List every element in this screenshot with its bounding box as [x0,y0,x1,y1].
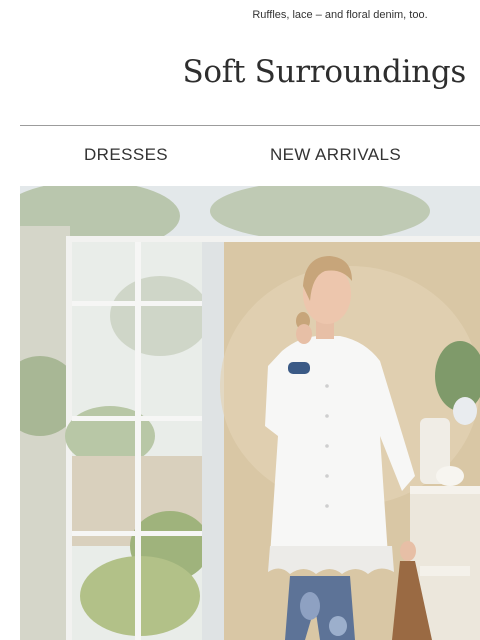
nav-item-dresses[interactable]: DRESSES [84,145,168,165]
hero-illustration [20,186,480,640]
nav-item-new-arrivals[interactable]: NEW ARRIVALS [270,145,401,165]
brand-logo[interactable]: Soft Surroundings [183,54,467,90]
hero-image[interactable] [20,186,480,640]
preheader-text[interactable]: Ruffles, lace – and floral denim, too. [200,9,480,21]
header-divider [20,125,480,126]
main-nav: DRESSES NEW ARRIVALS [0,145,480,169]
